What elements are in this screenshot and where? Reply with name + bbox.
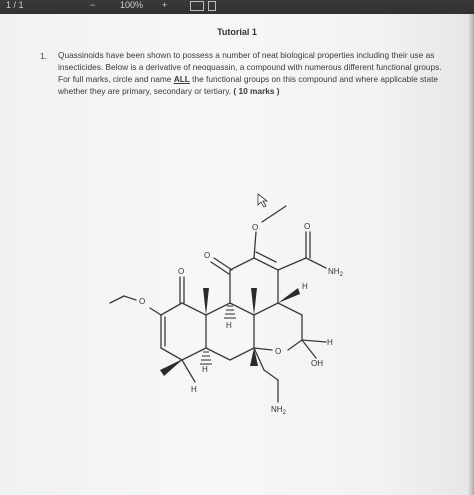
atom-nh2-bottom-main: NH	[271, 405, 283, 414]
atom-o-ketone-left: O	[178, 267, 184, 276]
atom-h-right: H	[327, 338, 333, 347]
atom-nh2-amide: NH2	[328, 267, 344, 278]
atom-o-methoxy-left: O	[139, 297, 145, 306]
molecule-structure: O O O O NH2 H H H H H O OH NH2 O	[109, 193, 344, 416]
atom-h-center: H	[226, 321, 232, 330]
atom-o-methoxy-top: O	[252, 223, 258, 232]
atom-h-bottom: H	[191, 385, 197, 394]
atom-nh2-bottom: NH2	[271, 405, 287, 416]
atom-nh2-amide-sub: 2	[340, 272, 344, 278]
atom-o-ring: O	[275, 347, 281, 356]
mouse-cursor-icon	[257, 193, 269, 208]
atom-h-bottom-inner: H	[202, 365, 208, 374]
atom-h-top-right: H	[302, 282, 308, 291]
atom-nh2-bottom-sub: 2	[283, 410, 287, 416]
atom-o-ketone-mid: O	[204, 251, 210, 260]
atom-nh2-amide-main: NH	[328, 267, 340, 276]
atom-o-carbonyl-top: O	[304, 222, 310, 231]
atom-oh: OH	[311, 359, 323, 368]
